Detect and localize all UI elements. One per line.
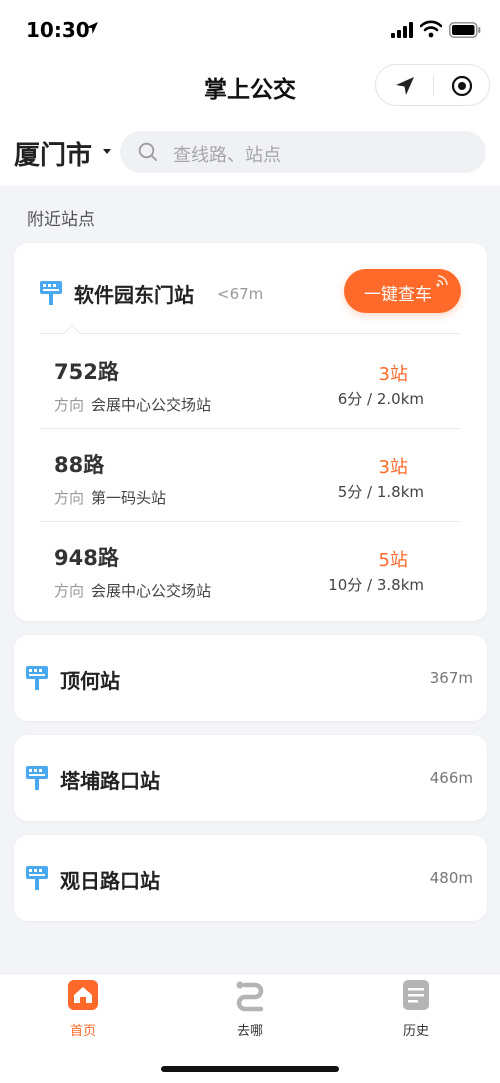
stop-distance: 466m bbox=[429, 769, 473, 787]
card-divider bbox=[40, 333, 460, 334]
bus-stop-icon bbox=[26, 766, 48, 790]
stop-distance: <67m bbox=[217, 285, 264, 303]
search-placeholder: 查线路、站点 bbox=[173, 145, 281, 166]
bus-stop-icon bbox=[40, 281, 62, 305]
route-row[interactable]: 948路 方向 会展中心公交场站 5站 10分 / 3.8km bbox=[40, 522, 460, 615]
eta-distance: 10分 / 3.8km bbox=[328, 576, 424, 594]
stop-name: 塔埔路口站 bbox=[60, 769, 160, 793]
stop-card[interactable]: 塔埔路口站 466m bbox=[14, 735, 487, 821]
route-direction: 第一码头站 bbox=[91, 489, 167, 507]
route-direction: 会展中心公交场站 bbox=[91, 582, 212, 600]
home-indicator bbox=[161, 1066, 339, 1072]
route-row[interactable]: 752路 方向 会展中心公交场站 3站 6分 / 2.0km bbox=[40, 336, 460, 429]
location-arrow-icon bbox=[86, 22, 98, 34]
cell-signal-icon bbox=[391, 22, 413, 38]
tab-label: 去哪 bbox=[236, 1024, 263, 1039]
route-direction: 会展中心公交场站 bbox=[91, 396, 212, 414]
search-input[interactable]: 查线路、站点 bbox=[120, 131, 486, 173]
route-icon bbox=[236, 981, 264, 1012]
eta-distance: 5分 / 1.8km bbox=[337, 483, 424, 501]
stops-away: 3站 bbox=[378, 364, 408, 385]
stop-distance: 480m bbox=[429, 869, 473, 887]
home-icon bbox=[68, 980, 98, 1010]
eta-distance: 6分 / 2.0km bbox=[337, 390, 424, 408]
stop-card[interactable]: 观日路口站 480m bbox=[14, 835, 487, 921]
stop-name: 顶何站 bbox=[60, 669, 120, 693]
tab-history[interactable]: 历史 bbox=[376, 980, 456, 1040]
tab-home[interactable]: 首页 bbox=[43, 980, 123, 1040]
tab-destination[interactable]: 去哪 bbox=[210, 980, 290, 1040]
history-icon bbox=[403, 980, 429, 1010]
close-target-icon[interactable] bbox=[451, 75, 473, 97]
check-bus-label: 一键查车 bbox=[364, 285, 432, 305]
mini-program-capsule bbox=[375, 64, 490, 106]
signal-waves-icon bbox=[436, 275, 448, 287]
bus-stop-icon bbox=[26, 866, 48, 890]
city-selector[interactable]: 厦门市 bbox=[14, 135, 92, 172]
route-number: 948路 bbox=[54, 546, 119, 570]
stop-name: 软件园东门站 bbox=[74, 283, 194, 307]
direction-label: 方向 bbox=[54, 582, 85, 600]
top-header-area: 10:30 掌上公交 厦门市 查线路、站点 bbox=[0, 0, 500, 186]
capsule-divider bbox=[433, 76, 434, 96]
status-bar: 10:30 bbox=[0, 0, 500, 60]
bus-stop-icon bbox=[26, 666, 48, 690]
route-row[interactable]: 88路 方向 第一码头站 3站 5分 / 1.8km bbox=[40, 429, 460, 522]
stop-name: 观日路口站 bbox=[60, 869, 160, 893]
main-stop-card[interactable]: 软件园东门站 <67m 一键查车 752路 方向 会展中心公交场站 3站 6分 … bbox=[14, 243, 487, 621]
stop-distance: 367m bbox=[429, 669, 473, 687]
direction-label: 方向 bbox=[54, 489, 85, 507]
caret-down-icon[interactable] bbox=[103, 149, 111, 154]
stops-away: 3站 bbox=[378, 457, 408, 478]
route-number: 752路 bbox=[54, 360, 119, 384]
route-number: 88路 bbox=[54, 453, 105, 477]
section-title-nearby: 附近站点 bbox=[27, 210, 95, 230]
stops-away: 5站 bbox=[378, 550, 408, 571]
status-time: 10:30 bbox=[26, 18, 90, 42]
wifi-icon bbox=[420, 20, 442, 38]
stop-card[interactable]: 顶何站 367m bbox=[14, 635, 487, 721]
navigation-arrow-icon[interactable] bbox=[394, 75, 416, 97]
tab-label: 首页 bbox=[69, 1024, 96, 1039]
check-bus-button[interactable]: 一键查车 bbox=[344, 269, 461, 313]
direction-label: 方向 bbox=[54, 396, 85, 414]
tab-label: 历史 bbox=[402, 1024, 429, 1039]
battery-icon bbox=[449, 22, 481, 38]
search-icon bbox=[138, 142, 157, 161]
